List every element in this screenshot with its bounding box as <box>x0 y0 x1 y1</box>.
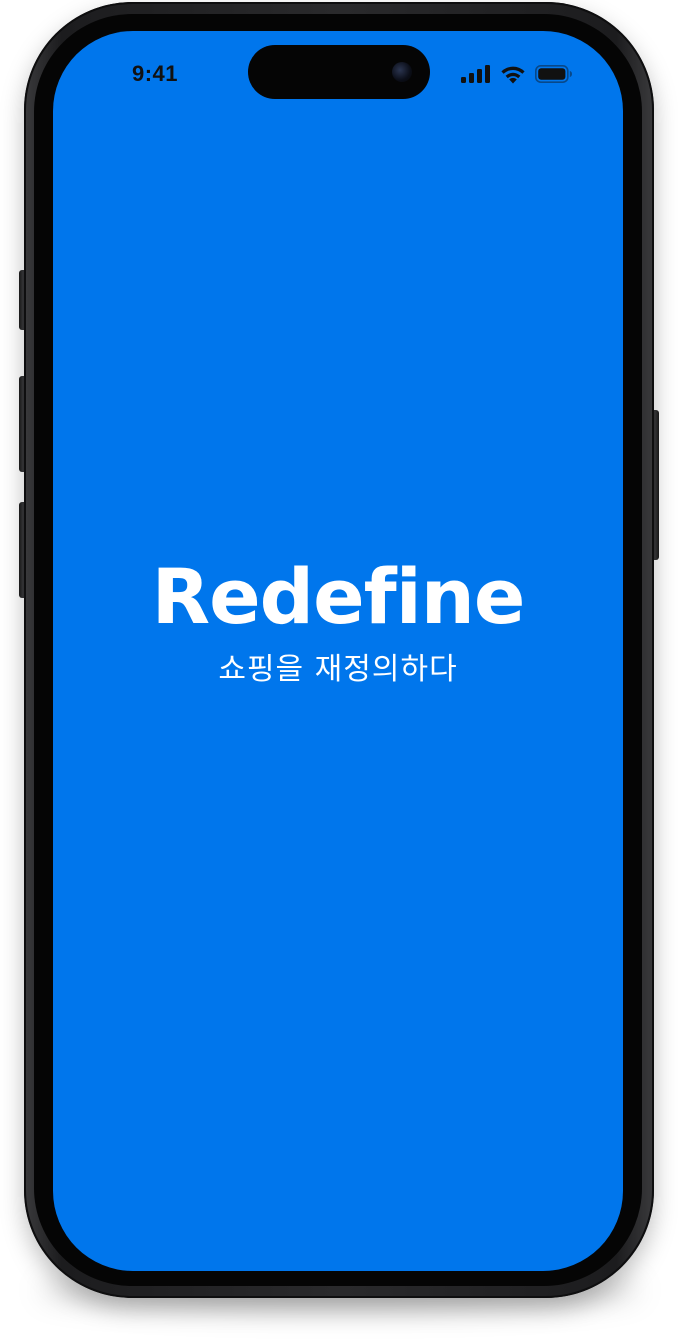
status-icons <box>461 64 573 84</box>
device-mockup: 9:41 Redefine 쇼핑을 재정의하다 <box>0 0 678 1340</box>
status-time: 9:41 <box>132 61 179 86</box>
splash-branding: Redefine 쇼핑을 재정의하다 <box>53 559 623 685</box>
phone-screen: 9:41 Redefine 쇼핑을 재정의하다 <box>53 31 623 1271</box>
brand-logo-text: Redefine <box>151 552 526 641</box>
wifi-icon <box>500 65 526 84</box>
status-bar: 9:41 <box>53 31 623 121</box>
dynamic-island <box>248 45 430 99</box>
battery-icon <box>535 65 573 83</box>
brand-tagline: 쇼핑을 재정의하다 <box>218 652 458 687</box>
front-camera-icon <box>392 62 412 82</box>
cellular-signal-icon <box>461 65 491 83</box>
